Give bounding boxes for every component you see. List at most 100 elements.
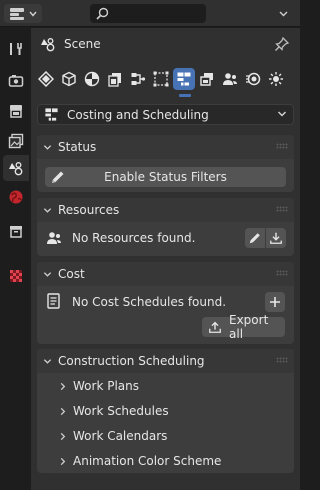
context-tab-geometry[interactable] bbox=[58, 68, 80, 90]
material-icon bbox=[84, 71, 100, 87]
export-all-label: Export all bbox=[229, 313, 269, 341]
drag-handle-icon[interactable] bbox=[276, 270, 288, 276]
collection-icon bbox=[8, 223, 24, 239]
sun-icon bbox=[268, 71, 284, 87]
chevron-down-icon bbox=[43, 270, 52, 279]
view-layer-icon bbox=[8, 133, 24, 149]
group-icon bbox=[46, 230, 62, 246]
drag-handle-icon[interactable] bbox=[276, 206, 288, 212]
chevron-right-icon bbox=[59, 432, 67, 441]
edit-resources-button[interactable] bbox=[245, 228, 265, 248]
world-icon bbox=[8, 189, 24, 205]
structural-icon bbox=[153, 71, 169, 87]
search-icon bbox=[96, 7, 109, 20]
tab-collection[interactable] bbox=[3, 218, 29, 244]
cost-panel: Cost No Cost Schedules found. Export all bbox=[37, 262, 294, 344]
chevron-down-icon bbox=[43, 143, 52, 152]
scheduling-icon bbox=[176, 71, 192, 87]
chevron-right-icon bbox=[59, 382, 67, 391]
scene-header: Scene bbox=[31, 28, 300, 60]
scene-icon bbox=[8, 160, 24, 176]
chevron-down-icon bbox=[277, 109, 287, 119]
tab-output[interactable] bbox=[3, 98, 29, 124]
geometry-icon bbox=[61, 71, 77, 87]
subpanel-work-schedules[interactable]: Work Schedules bbox=[59, 400, 169, 422]
status-panel-header[interactable]: Status bbox=[37, 135, 294, 159]
header-bar bbox=[0, 0, 300, 27]
pencil-icon bbox=[50, 169, 66, 185]
status-panel: Status Enable Status Filters bbox=[37, 135, 294, 192]
properties-tabs-sidebar bbox=[0, 28, 30, 490]
tool-icon bbox=[8, 41, 24, 57]
editor-type-button[interactable] bbox=[4, 4, 42, 23]
quality-icon bbox=[245, 71, 261, 87]
enable-status-filters-button[interactable]: Enable Status Filters bbox=[45, 167, 286, 187]
context-tab-material[interactable] bbox=[81, 68, 103, 90]
context-tab-structural[interactable] bbox=[150, 68, 172, 90]
document-icon bbox=[47, 293, 61, 309]
resources-empty-text: No Resources found. bbox=[72, 231, 196, 245]
subpanel-work-calendars[interactable]: Work Calendars bbox=[59, 425, 167, 447]
output-icon bbox=[8, 103, 24, 119]
construction-scheduling-panel: Construction Scheduling Work Plans Work … bbox=[37, 349, 294, 473]
subpanel-label: Work Schedules bbox=[73, 404, 169, 418]
import-icon bbox=[269, 231, 283, 245]
context-tabs-row bbox=[31, 66, 300, 98]
cost-panel-header[interactable]: Cost bbox=[37, 262, 294, 286]
enable-status-filters-label: Enable Status Filters bbox=[104, 170, 227, 184]
export-all-button[interactable]: Export all bbox=[202, 313, 285, 341]
pencil-icon bbox=[248, 231, 262, 245]
cost-icon bbox=[199, 71, 215, 87]
drag-handle-icon[interactable] bbox=[276, 357, 288, 363]
active-tab-indicator bbox=[179, 94, 191, 97]
chevron-down-icon bbox=[279, 11, 288, 17]
import-resources-button[interactable] bbox=[266, 228, 286, 248]
project-icon bbox=[38, 71, 54, 87]
properties-editor-icon bbox=[10, 7, 24, 20]
scheduling-icon bbox=[44, 107, 59, 122]
cost-empty-text: No Cost Schedules found. bbox=[72, 295, 227, 309]
subpanel-animation-color-scheme[interactable]: Animation Color Scheme bbox=[59, 450, 221, 472]
group-icon bbox=[222, 71, 238, 87]
subpanel-work-plans[interactable]: Work Plans bbox=[59, 375, 139, 397]
render-icon bbox=[8, 73, 24, 89]
properties-main: Scene Costing and Scheduling Status Enab… bbox=[31, 28, 300, 490]
chevron-down-icon bbox=[29, 11, 37, 17]
context-tab-scheduling[interactable] bbox=[173, 68, 195, 90]
context-tab-sun[interactable] bbox=[265, 68, 287, 90]
tab-scene[interactable] bbox=[3, 155, 29, 181]
chevron-right-icon bbox=[59, 457, 67, 466]
tab-world[interactable] bbox=[3, 184, 29, 210]
context-tab-drawing[interactable] bbox=[104, 68, 126, 90]
pin-icon[interactable] bbox=[274, 36, 290, 52]
export-icon bbox=[208, 320, 222, 334]
plus-icon bbox=[269, 296, 281, 308]
search-input[interactable] bbox=[90, 4, 206, 23]
context-tab-cost[interactable] bbox=[196, 68, 218, 90]
context-tab-group[interactable] bbox=[219, 68, 241, 90]
construction-scheduling-panel-title: Construction Scheduling bbox=[58, 354, 205, 368]
context-tab-quality[interactable] bbox=[242, 68, 264, 90]
category-dropdown[interactable]: Costing and Scheduling bbox=[37, 104, 294, 125]
subpanel-label: Work Plans bbox=[73, 379, 139, 393]
add-cost-schedule-button[interactable] bbox=[265, 292, 285, 312]
subpanel-label: Work Calendars bbox=[73, 429, 168, 443]
options-button[interactable] bbox=[271, 4, 295, 23]
tab-render[interactable] bbox=[3, 68, 29, 94]
tab-tool[interactable] bbox=[3, 36, 29, 62]
status-panel-title: Status bbox=[58, 140, 97, 154]
tab-view-layer[interactable] bbox=[3, 128, 29, 154]
context-tab-project[interactable] bbox=[35, 68, 57, 90]
tab-texture[interactable] bbox=[3, 263, 29, 289]
subpanel-label: Animation Color Scheme bbox=[73, 454, 222, 468]
resources-panel: Resources No Resources found. bbox=[37, 198, 294, 256]
dropdown-label: Costing and Scheduling bbox=[67, 107, 209, 122]
construction-scheduling-panel-header[interactable]: Construction Scheduling bbox=[37, 349, 294, 373]
context-tab-services[interactable] bbox=[127, 68, 149, 90]
resources-panel-header[interactable]: Resources bbox=[37, 198, 294, 222]
resources-panel-title: Resources bbox=[58, 203, 120, 217]
chevron-right-icon bbox=[59, 407, 67, 416]
scene-title: Scene bbox=[64, 37, 101, 51]
texture-icon bbox=[8, 268, 24, 284]
drag-handle-icon[interactable] bbox=[276, 143, 288, 149]
